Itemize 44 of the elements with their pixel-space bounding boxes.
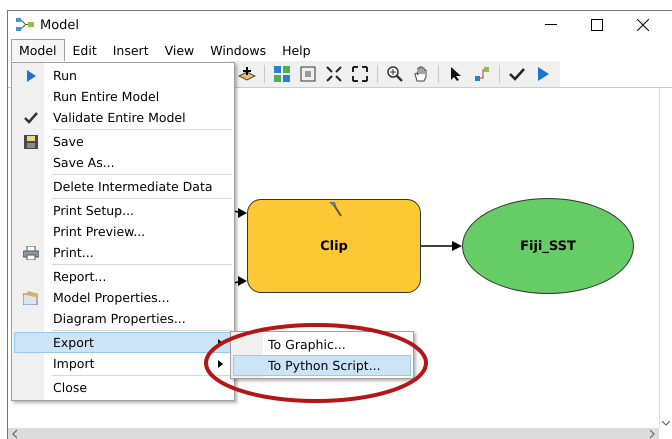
expand-icon[interactable] (349, 63, 371, 85)
tool-node[interactable]: Clip (247, 199, 421, 293)
menu-item[interactable]: Run (14, 65, 232, 86)
minimize-icon (545, 24, 557, 26)
menu-item[interactable]: Delete Intermediate Data (14, 176, 232, 197)
menu-item[interactable]: Report... (14, 266, 232, 287)
scroll-down-icon (662, 421, 670, 426)
window-title: Model (40, 18, 80, 32)
menu-item[interactable]: To Python Script... (233, 355, 411, 376)
menu-item[interactable]: Validate Entire Model (14, 107, 232, 128)
menu-item[interactable]: Print... (14, 242, 232, 263)
menu-item[interactable]: Model Properties... (14, 287, 232, 308)
menu-item[interactable]: Print Setup... (14, 200, 232, 221)
scroll-right-icon (649, 430, 655, 438)
model-builder-icon (16, 17, 34, 33)
menu-item[interactable]: Run Entire Model (14, 86, 232, 107)
scroll-left-icon (12, 430, 18, 438)
menu-item[interactable]: Diagram Properties... (14, 308, 232, 329)
menu-item[interactable]: Import (14, 353, 232, 374)
vertical-scrollbar[interactable] (659, 88, 672, 428)
menu-bar-item[interactable]: Insert (104, 39, 157, 61)
grid-layout-icon[interactable] (271, 63, 293, 85)
properties-icon (23, 290, 39, 304)
menu-item[interactable]: Save (14, 131, 232, 152)
menu-item[interactable]: Close (14, 377, 232, 398)
menu-bar-item[interactable]: Edit (64, 39, 105, 61)
horizontal-scrollbar[interactable] (8, 428, 659, 439)
play-icon (26, 70, 36, 82)
menu-bar-item[interactable]: Model (11, 39, 65, 61)
node-label: Clip (320, 238, 348, 254)
menu-bar-item[interactable]: Windows (202, 39, 274, 61)
check-icon (24, 112, 38, 124)
node-label: Fiji_SST (520, 238, 576, 254)
printer-icon (23, 246, 39, 260)
menu-item[interactable]: To Graphic... (233, 334, 411, 355)
menu-item[interactable]: Print Preview... (14, 221, 232, 242)
menu-bar-item[interactable]: Help (274, 39, 319, 61)
maximize-icon (591, 19, 603, 31)
close-icon (637, 19, 649, 31)
connector-arrow (421, 241, 462, 251)
data-node[interactable]: Fiji_SST (462, 198, 634, 294)
menu-item[interactable]: Save As... (14, 152, 232, 173)
submenu-arrow-icon (218, 360, 223, 368)
menu-bar-item[interactable]: View (156, 39, 202, 61)
